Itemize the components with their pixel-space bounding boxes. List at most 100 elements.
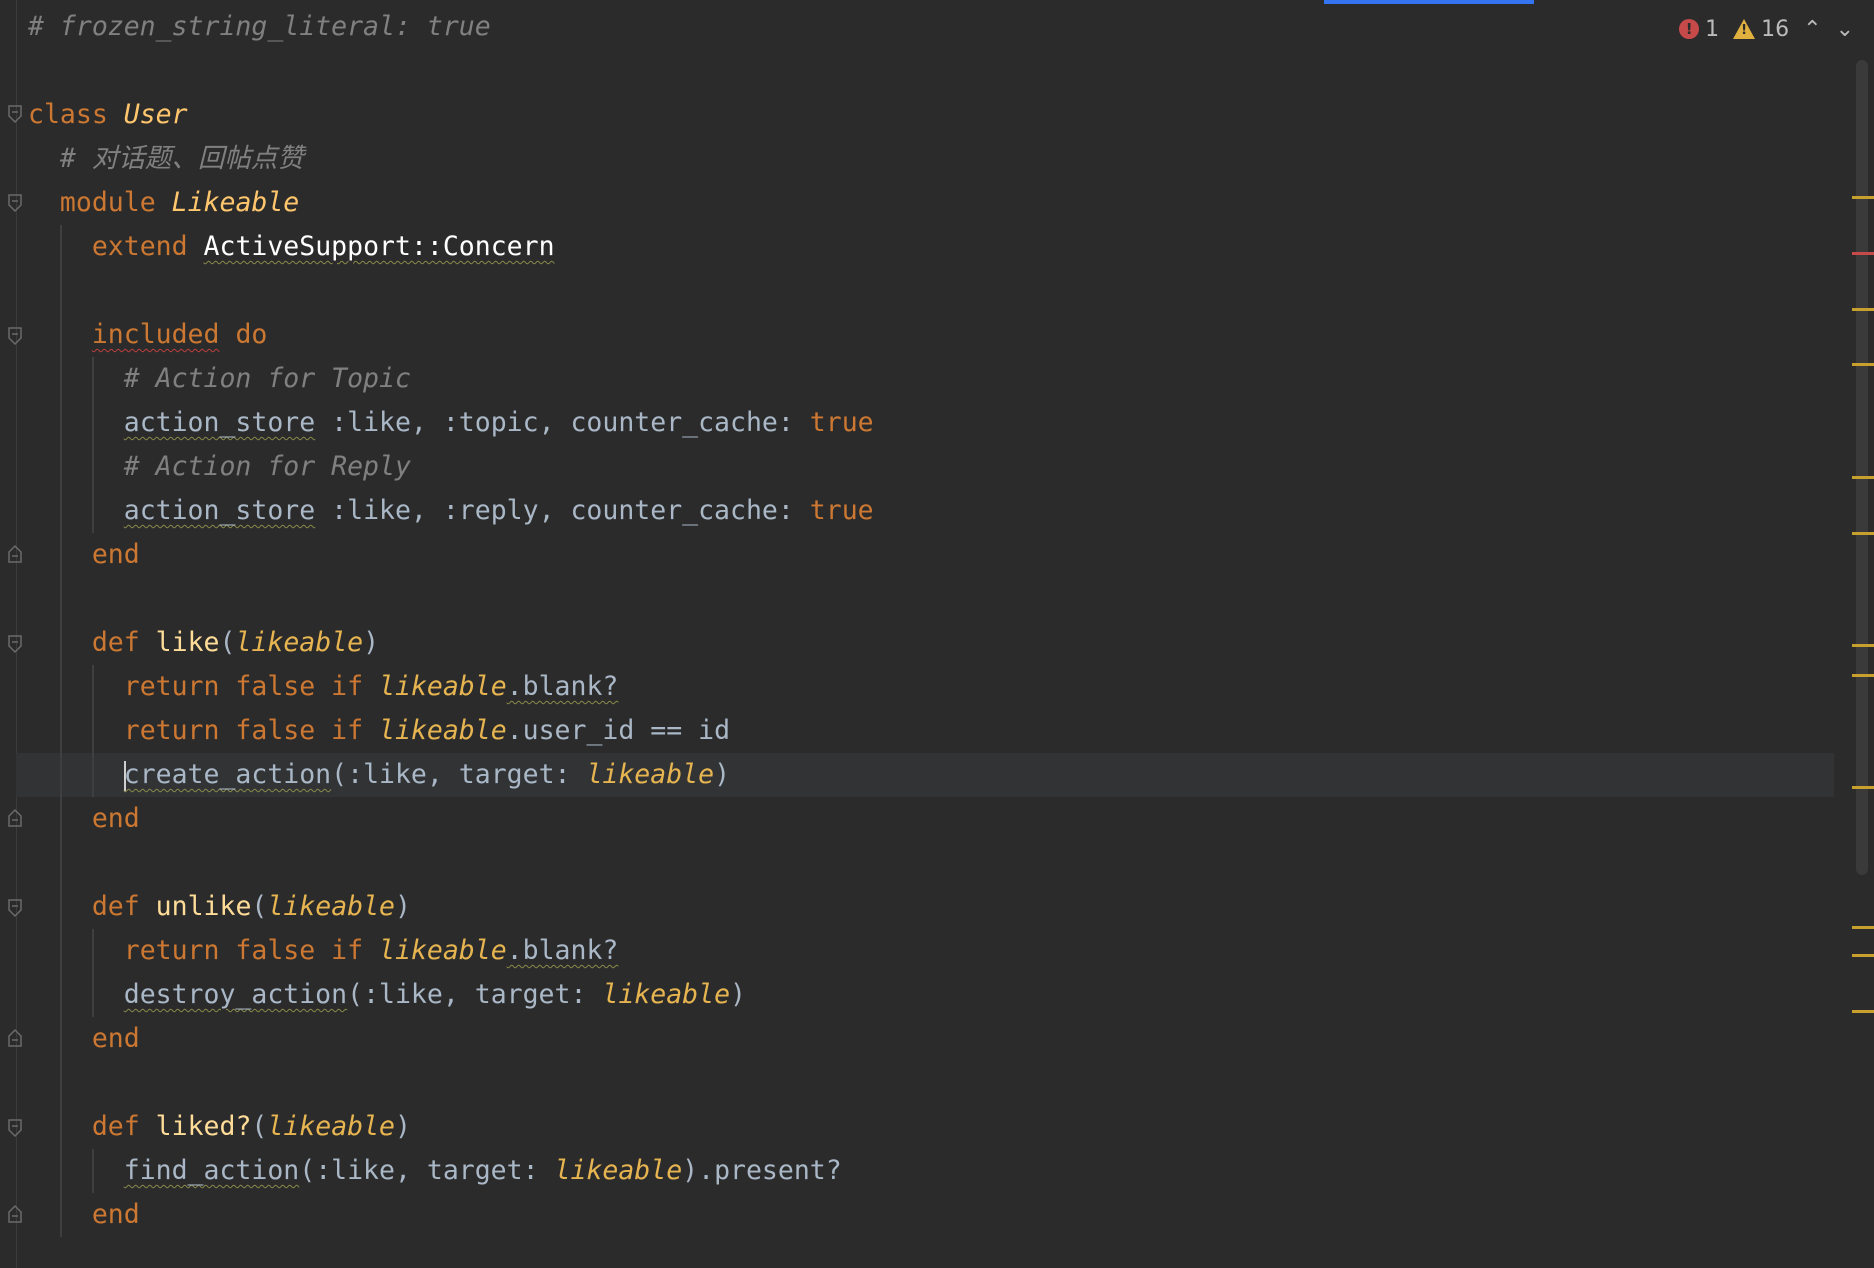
paren: )	[395, 1111, 411, 1142]
code-line-14	[28, 577, 1834, 621]
indent-guide	[60, 357, 62, 401]
editor-window: ! 1 ! 16 ⌃ ⌄ # frozen_string_literal: tr…	[0, 0, 1874, 1268]
indent-guide	[60, 665, 62, 709]
paren: )	[363, 627, 380, 658]
active-tab-indicator	[1324, 0, 1534, 4]
boolean-literal: true	[809, 495, 874, 526]
indent-guide	[60, 841, 62, 885]
keyword: return false if	[123, 715, 364, 746]
code-line-4: # 对话题、回帖点赞	[28, 137, 1834, 181]
method-call: action_store	[123, 495, 316, 526]
keyword: end	[91, 1023, 140, 1054]
keyword: class	[28, 99, 108, 130]
indent-guide	[60, 929, 62, 973]
indent-guide	[60, 489, 62, 533]
indent-guide	[92, 445, 94, 489]
keyword: extend	[91, 231, 188, 262]
warning-marker[interactable]	[1852, 476, 1874, 479]
fold-close-icon[interactable]	[7, 1028, 23, 1048]
fold-open-icon[interactable]	[7, 1118, 23, 1138]
fold-open-icon[interactable]	[7, 104, 23, 124]
expression: .user_id == id	[506, 715, 731, 746]
parameter: likeable	[602, 979, 731, 1010]
indent-guide	[60, 973, 62, 1017]
code-line-13: end	[28, 533, 1834, 577]
warning-marker[interactable]	[1852, 196, 1874, 199]
module-name: Likeable	[171, 187, 300, 218]
fold-open-icon[interactable]	[7, 898, 23, 918]
warning-marker[interactable]	[1852, 786, 1874, 789]
warning-marker[interactable]	[1852, 926, 1874, 929]
warning-marker[interactable]	[1852, 954, 1874, 957]
fold-open-icon[interactable]	[7, 193, 23, 213]
method-name: liked?	[155, 1111, 252, 1142]
method-call: create_action	[123, 759, 332, 790]
constant-reference: ActiveSupport::Concern	[203, 231, 555, 262]
arguments: :like, :reply, counter_cache:	[331, 495, 810, 526]
fold-close-icon[interactable]	[7, 544, 23, 564]
parameter: likeable	[586, 759, 715, 790]
parameter: likeable	[379, 671, 507, 702]
method-call: .blank?	[506, 671, 619, 702]
warning-marker[interactable]	[1852, 1010, 1874, 1013]
method-name: like	[155, 627, 220, 658]
keyword: end	[91, 539, 140, 570]
warning-marker[interactable]	[1852, 363, 1874, 366]
fold-open-icon[interactable]	[7, 326, 23, 346]
code-line-26: def liked?(likeable)	[28, 1105, 1834, 1149]
warning-marker[interactable]	[1852, 644, 1874, 647]
arguments: (:like, target:	[331, 759, 587, 790]
code-line-23: destroy_action(:like, target: likeable)	[28, 973, 1834, 1017]
code-line-20	[28, 841, 1834, 885]
indent-guide	[92, 489, 94, 533]
code-editor[interactable]: # frozen_string_literal: true class User…	[16, 5, 1834, 1237]
error-marker[interactable]	[1852, 252, 1874, 255]
class-name: User	[123, 99, 188, 130]
indent-guide	[92, 665, 94, 709]
keyword: end	[91, 1199, 140, 1230]
code-line-27: find_action(:like, target: likeable).pre…	[28, 1149, 1834, 1193]
code-line-24: end	[28, 1017, 1834, 1061]
indent-guide	[92, 753, 94, 797]
indent-guide	[92, 973, 94, 1017]
warning-marker[interactable]	[1852, 308, 1874, 311]
fold-open-icon[interactable]	[7, 634, 23, 654]
indent-guide	[60, 1105, 62, 1149]
comment: # frozen_string_literal: true	[28, 11, 491, 42]
indent-guide	[60, 1061, 62, 1105]
code-line-6: extend ActiveSupport::Concern	[28, 225, 1834, 269]
warning-marker[interactable]	[1852, 674, 1874, 677]
indent-guide	[60, 1149, 62, 1193]
chevron-down-icon[interactable]: ⌄	[1836, 17, 1854, 42]
code-line-19: end	[28, 797, 1834, 841]
fold-close-icon[interactable]	[7, 808, 23, 828]
code-line-5: module Likeable	[28, 181, 1834, 225]
paren: (	[219, 627, 236, 658]
parameter: likeable	[267, 1111, 396, 1142]
fold-close-icon[interactable]	[7, 1204, 23, 1224]
code-line-8: included do	[28, 313, 1834, 357]
indent-guide	[60, 753, 62, 797]
paren: )	[714, 759, 731, 790]
parameter: likeable	[267, 891, 396, 922]
paren: )	[395, 891, 411, 922]
parameter: likeable	[379, 715, 507, 746]
indent-guide	[60, 1017, 62, 1061]
method-call: action_store	[123, 407, 316, 438]
code-line-18-current: create_action(:like, target: likeable)	[16, 753, 1834, 797]
paren: (	[251, 1111, 268, 1142]
warning-marker[interactable]	[1852, 532, 1874, 535]
method-call: destroy_action	[123, 979, 348, 1010]
method-call: .blank?	[506, 935, 619, 966]
keyword: return false if	[123, 935, 364, 966]
boolean-literal: true	[809, 407, 874, 438]
indent-guide	[92, 1149, 94, 1193]
code-line-3: class User	[28, 93, 1834, 137]
code-line-10: action_store :like, :topic, counter_cach…	[28, 401, 1834, 445]
vertical-scrollbar[interactable]	[1856, 60, 1868, 875]
indent-guide	[60, 797, 62, 841]
parameter: likeable	[379, 935, 507, 966]
code-line-9: # Action for Topic	[28, 357, 1834, 401]
indent-guide	[60, 445, 62, 489]
code-line-21: def unlike(likeable)	[28, 885, 1834, 929]
